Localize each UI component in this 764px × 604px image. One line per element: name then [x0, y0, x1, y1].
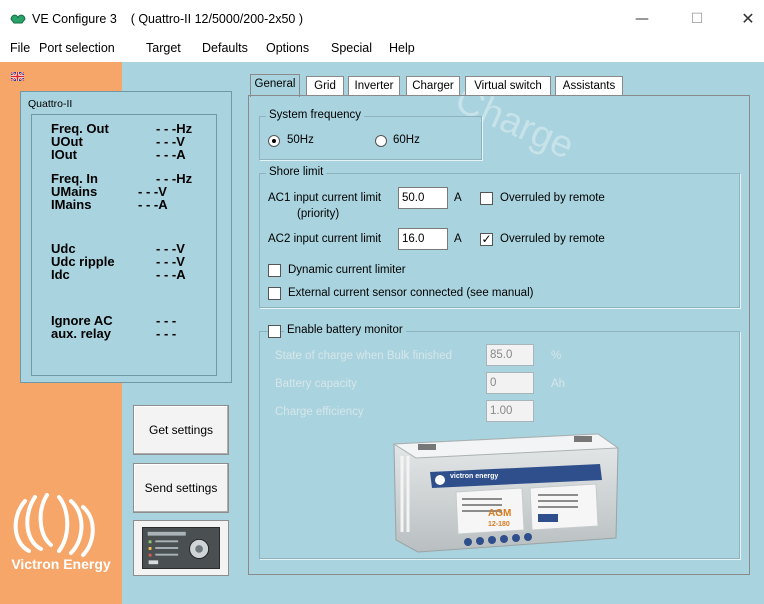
value-idc: - - -A — [156, 267, 186, 282]
capacity-input[interactable] — [486, 372, 534, 394]
tab-charger[interactable]: Charger — [406, 76, 460, 96]
menu-defaults[interactable]: Defaults — [202, 41, 248, 55]
soc-label: State of charge when Bulk finished — [275, 350, 453, 362]
soc-input[interactable] — [486, 344, 534, 366]
ac1-limit-input[interactable] — [398, 187, 448, 209]
minimize-button[interactable]: — — [628, 8, 656, 30]
ac1-overruled-checkbox[interactable] — [480, 192, 493, 205]
system-frequency-legend: System frequency — [266, 109, 365, 121]
ac1-limit-label: AC1 input current limit — [268, 192, 382, 204]
title-bar: VE Configure 3 ( Quattro-II 12/5000/200-… — [0, 0, 764, 34]
label-aux-relay: aux. relay — [51, 326, 111, 341]
remote-panel-button[interactable] — [133, 520, 229, 576]
battery-brand-text: victron energy — [450, 473, 498, 480]
menu-help[interactable]: Help — [389, 41, 415, 55]
send-settings-label: Send settings — [144, 481, 218, 495]
label-imains: IMains — [51, 197, 92, 212]
capacity-label: Battery capacity — [275, 378, 357, 390]
app-logo-icon — [10, 14, 26, 24]
value-iout: - - -A — [156, 147, 186, 162]
soc-unit: % — [551, 350, 562, 362]
battery-model-text: 12-180 — [488, 521, 510, 528]
dynamic-limiter-checkbox[interactable] — [268, 264, 281, 277]
ac1-unit: A — [454, 192, 462, 204]
shore-limit-legend: Shore limit — [266, 166, 327, 178]
get-settings-button[interactable]: Get settings — [133, 405, 229, 455]
ac1-overruled-label: Overruled by remote — [500, 192, 605, 204]
label-60hz: 60Hz — [393, 134, 420, 146]
get-settings-label: Get settings — [148, 423, 214, 437]
tab-inverter[interactable]: Inverter — [348, 76, 400, 96]
control-panel-icon — [142, 527, 220, 569]
radio-50hz[interactable] — [268, 135, 280, 147]
tab-grid[interactable]: Grid — [306, 76, 344, 96]
status-panel: Quattro-II Freq. Out - - -Hz UOut - - -V… — [20, 91, 232, 383]
tab-assistants[interactable]: Assistants — [555, 76, 623, 96]
logo-text: Victron Energy — [11, 556, 111, 572]
efficiency-label: Charge efficiency — [275, 406, 364, 418]
value-aux-relay: - - - — [156, 326, 177, 341]
label-iout: IOut — [51, 147, 77, 162]
uk-flag-icon[interactable] — [11, 72, 24, 81]
capacity-unit: Ah — [551, 378, 566, 390]
status-readings: Freq. Out - - -Hz UOut - - -V IOut - - -… — [31, 114, 217, 376]
label-idc: Idc — [51, 267, 70, 282]
menu-bar: File Port selection Target Defaults Opti… — [0, 38, 764, 60]
tab-general[interactable]: General — [250, 74, 300, 97]
dynamic-limiter-label: Dynamic current limiter — [288, 264, 406, 276]
menu-options[interactable]: Options — [266, 41, 309, 55]
radio-60hz[interactable] — [375, 135, 387, 147]
tab-virtual-switch[interactable]: Virtual switch — [465, 76, 551, 96]
ac2-overruled-label: Overruled by remote — [500, 233, 605, 245]
battery-monitor-checkbox[interactable] — [268, 325, 281, 338]
agm-battery-image: victron energy AGM 12-180 — [392, 433, 620, 553]
value-imains: - - -A — [138, 197, 168, 212]
menu-file[interactable]: File — [10, 41, 30, 55]
close-button[interactable]: ✕ — [734, 8, 762, 30]
label-50hz: 50Hz — [287, 134, 314, 146]
ac2-limit-input[interactable] — [398, 228, 448, 250]
menu-target[interactable]: Target — [146, 41, 181, 55]
menu-special[interactable]: Special — [331, 41, 372, 55]
maximize-button[interactable]: ☐ — [683, 8, 711, 30]
external-sensor-label: External current sensor connected (see m… — [288, 287, 534, 299]
external-sensor-checkbox[interactable] — [268, 287, 281, 300]
device-name: Quattro-II — [28, 98, 73, 110]
window-title: VE Configure 3 ( Quattro-II 12/5000/200-… — [32, 12, 304, 26]
ac1-priority-label: (priority) — [297, 208, 340, 220]
ac2-unit: A — [454, 233, 462, 245]
battery-type-text: AGM — [488, 508, 511, 519]
efficiency-input[interactable] — [486, 400, 534, 422]
battery-monitor-legend: Enable battery monitor — [284, 324, 406, 336]
ac2-overruled-checkbox[interactable]: ✓ — [480, 233, 493, 246]
menu-port-selection[interactable]: Port selection — [39, 41, 115, 55]
ac2-limit-label: AC2 input current limit — [268, 233, 382, 245]
send-settings-button[interactable]: Send settings — [133, 463, 229, 513]
